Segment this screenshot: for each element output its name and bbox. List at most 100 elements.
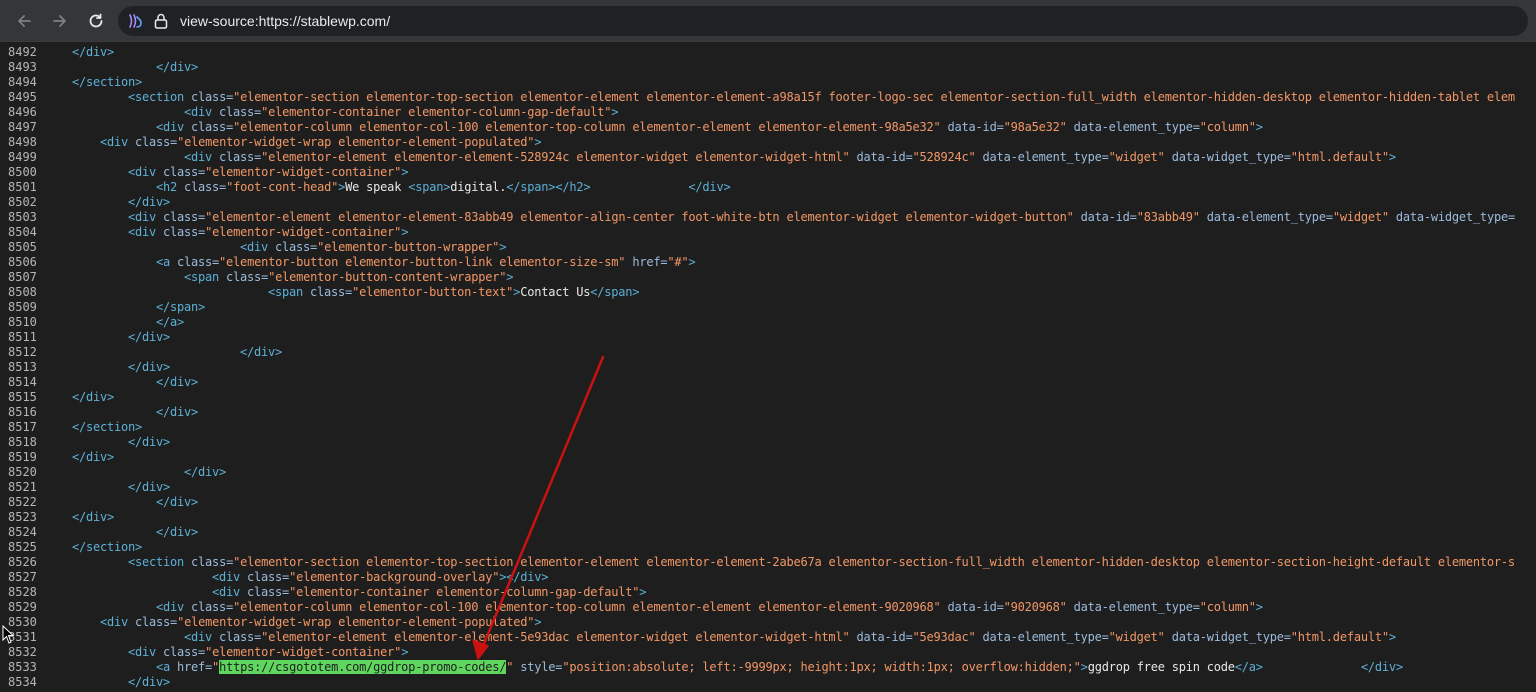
line-number: 8533: [8, 660, 37, 674]
attribute-token: class=: [135, 615, 178, 629]
tag-token: </a>: [1234, 660, 1263, 674]
line-number: 8493: [8, 60, 37, 74]
line-code: </div>: [156, 405, 198, 420]
line-code: <div class="elementor-background-overlay…: [212, 570, 548, 585]
line-number: 8517: [8, 420, 37, 434]
line-number: 8525: [8, 540, 37, 554]
line-number: 8521: [8, 480, 37, 494]
tag-token: </div>: [128, 195, 171, 209]
line-number: 8499: [8, 150, 37, 164]
value-token: "elementor-widget-container": [205, 225, 402, 239]
line-code: </div>: [128, 330, 170, 345]
tag-token: </div>: [128, 675, 171, 689]
attribute-token: data-id=: [940, 600, 1004, 614]
tag-token: >: [506, 270, 514, 284]
line-code: <div class="elementor-container elemento…: [212, 585, 647, 600]
tag-token: <div: [184, 630, 220, 644]
value-token: "elementor-widget-wrap elementor-element…: [177, 135, 535, 149]
back-button[interactable]: [10, 7, 38, 35]
source-line: 8518 </div>: [0, 435, 1536, 450]
line-number: 8507: [8, 270, 37, 284]
line-code: <div class="elementor-element elementor-…: [184, 150, 1396, 165]
line-code: </div>: [156, 60, 198, 75]
value-token: ": [212, 660, 220, 674]
tag-token: </div>: [72, 45, 115, 59]
reload-button[interactable]: [82, 7, 110, 35]
attribute-token: class=: [163, 165, 206, 179]
tag-token: >: [401, 225, 409, 239]
tag-token: </div>: [72, 450, 115, 464]
tag-token: >: [1388, 630, 1396, 644]
line-code: <div class="elementor-button-wrapper">: [240, 240, 506, 255]
value-token: "elementor-button-text": [352, 285, 514, 299]
line-number: 8494: [8, 75, 37, 89]
line-number: 8534: [8, 675, 37, 689]
extension-icon[interactable]: [126, 12, 144, 30]
address-bar[interactable]: view-source:https://stablewp.com/: [118, 6, 1528, 36]
tag-token: <div: [128, 165, 164, 179]
line-number: 8511: [8, 330, 37, 344]
line-number: 8509: [8, 300, 37, 314]
source-line: 8512 </div>: [0, 345, 1536, 360]
tag-token: >: [639, 585, 647, 599]
tag-token: >: [1255, 120, 1263, 134]
source-line: 8523 </div>: [0, 510, 1536, 525]
tag-token: </div>: [156, 525, 199, 539]
line-number: 8492: [8, 45, 37, 59]
source-line: 8495 <section class="elementor-section el…: [0, 90, 1536, 105]
tag-token: </div>: [1360, 660, 1403, 674]
attribute-token: class=: [177, 255, 220, 269]
tag-token: <span: [184, 270, 227, 284]
line-number: 8510: [8, 315, 37, 329]
attribute-token: data-widget_type=: [1388, 210, 1515, 224]
source-code-view: 8492 </div> 8493 </div> 8494 </section> 8495 <s…: [0, 44, 1536, 692]
attribute-token: class=: [310, 285, 353, 299]
source-line: 8510 </a>: [0, 315, 1536, 330]
attribute-token: class=: [135, 135, 178, 149]
line-number: 8498: [8, 135, 37, 149]
tag-token: </span>: [590, 285, 640, 299]
forward-button[interactable]: [46, 7, 74, 35]
line-number: 8520: [8, 465, 37, 479]
source-line: 8533 <a href="https://csgototem.com/ggdro…: [0, 660, 1536, 675]
value-token: "elementor-element elementor-element-5e9…: [261, 630, 850, 644]
highlighted-url[interactable]: https://csgototem.com/ggdrop-promo-codes…: [219, 660, 506, 674]
line-code: </div>: [184, 465, 226, 480]
attribute-token: class=: [275, 240, 318, 254]
value-token: "#": [667, 255, 689, 269]
value-token: "html.default": [1290, 630, 1389, 644]
attribute-token: style=: [513, 660, 563, 674]
tag-token: >: [688, 255, 696, 269]
tag-token: </div>: [128, 480, 171, 494]
line-code: <div class="elementor-element elementor-…: [184, 630, 1396, 645]
tag-token: </div>: [156, 375, 199, 389]
line-code: <div class="elementor-container elemento…: [184, 105, 619, 120]
value-token: "elementor-column elementor-col-100 elem…: [233, 120, 941, 134]
line-number: 8513: [8, 360, 37, 374]
attribute-token: data-element_type=: [975, 630, 1109, 644]
line-number: 8528: [8, 585, 37, 599]
tag-token: >: [1255, 600, 1263, 614]
source-line: 8504 <div class="elementor-widget-contain…: [0, 225, 1536, 240]
tag-token: <div: [212, 585, 248, 599]
value-token: "528924c": [912, 150, 976, 164]
line-code: </div>: [156, 375, 198, 390]
attribute-token: class=: [226, 270, 269, 284]
line-code: </a>: [156, 315, 184, 330]
value-token: "widget": [1108, 150, 1165, 164]
tag-token: <div: [128, 210, 164, 224]
attribute-token: data-widget_type=: [1164, 150, 1291, 164]
value-token: "elementor-button elementor-button-link …: [219, 255, 626, 269]
attribute-token: class=: [163, 225, 206, 239]
line-code: <div class="elementor-column elementor-c…: [156, 120, 1263, 135]
line-number: 8527: [8, 570, 37, 584]
line-code: </div>: [72, 450, 114, 465]
tag-token: </div>: [72, 390, 115, 404]
lock-icon[interactable]: [153, 12, 169, 30]
line-code: <section class="elementor-section elemen…: [128, 555, 1515, 570]
line-code: </div>: [240, 345, 282, 360]
url-text[interactable]: view-source:https://stablewp.com/: [180, 6, 390, 36]
source-line: 8503 <div class="elementor-element elemen…: [0, 210, 1536, 225]
value-token: "elementor-widget-container": [205, 645, 402, 659]
value-token: "widget": [1332, 210, 1389, 224]
